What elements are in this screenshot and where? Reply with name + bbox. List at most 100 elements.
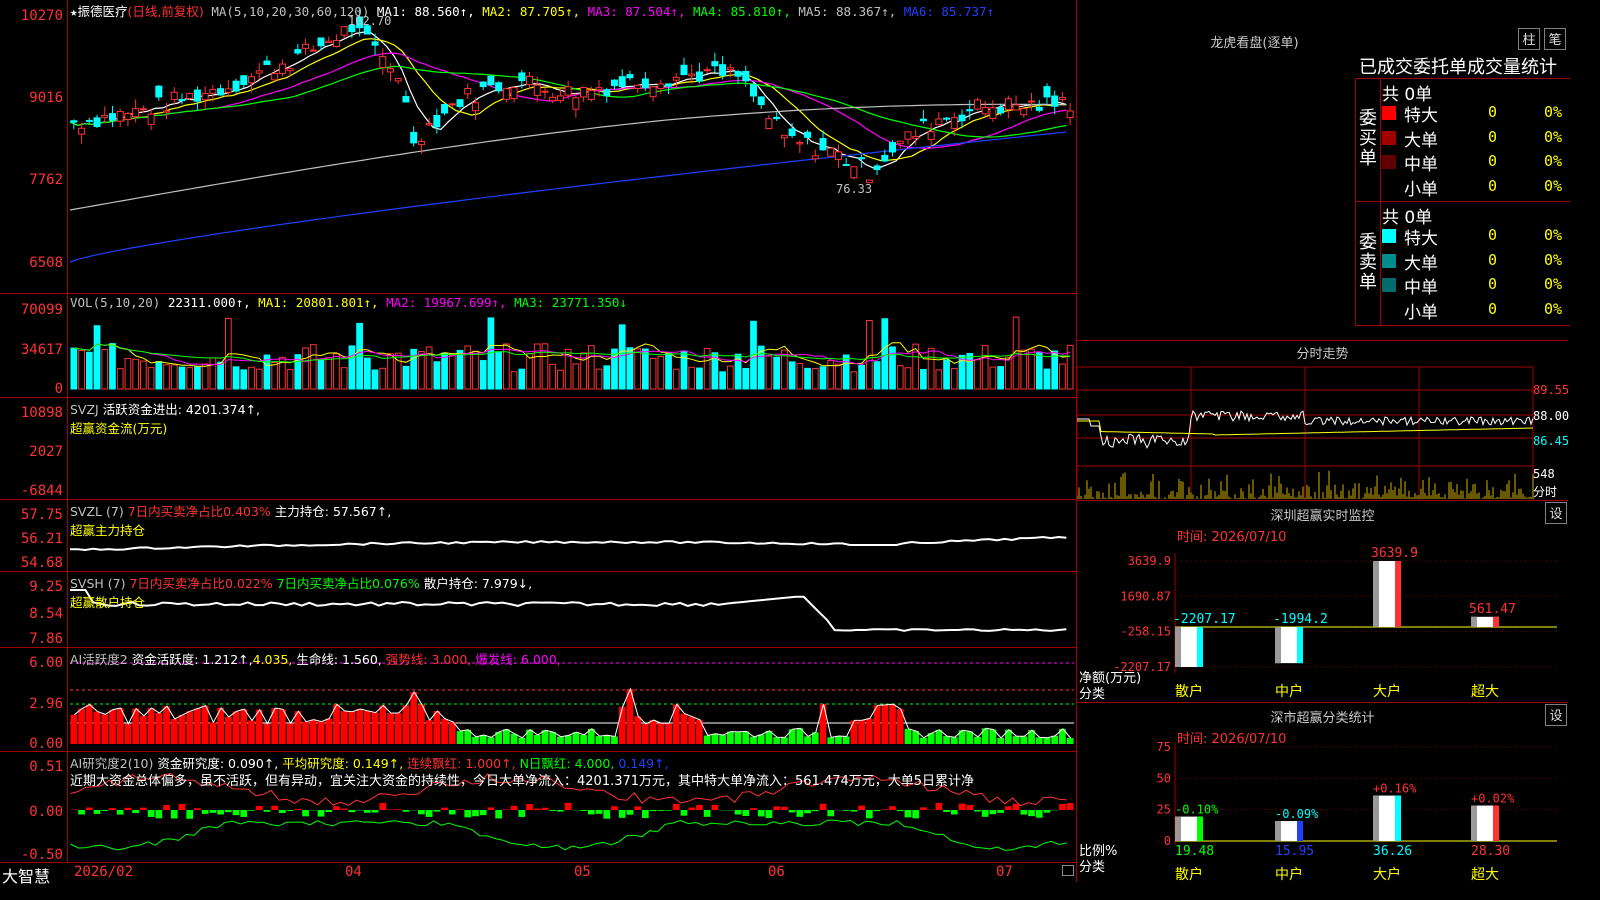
flow-bar bbox=[234, 461, 238, 465]
volume-bar bbox=[132, 358, 140, 390]
net-bar-shade bbox=[1373, 561, 1379, 627]
flow-bar bbox=[551, 461, 555, 463]
flow-bar bbox=[157, 459, 161, 461]
ai-research-panel[interactable]: 0.51 0.00 -0.50 AI研究度2(10) 资金研究度: 0.090↑… bbox=[0, 751, 1076, 863]
volume-bar bbox=[572, 363, 580, 390]
flow-bar bbox=[713, 443, 717, 461]
volume-bar bbox=[665, 352, 672, 390]
price-panel[interactable]: 10270 9016 7762 6508 ★振德医疗(日线,前复权) MA(5,… bbox=[0, 0, 1076, 293]
svsh-retail-position: 散户持仓: 7.979↓, bbox=[423, 576, 533, 591]
flow-bar bbox=[543, 461, 547, 463]
ratio-bar-shade bbox=[1373, 795, 1379, 841]
volume-bar bbox=[796, 363, 804, 390]
volume-bar bbox=[140, 360, 147, 390]
flow-bar bbox=[466, 461, 470, 465]
research-bar bbox=[317, 810, 325, 817]
candle bbox=[240, 75, 248, 86]
research-bar bbox=[649, 810, 657, 812]
flow-bar bbox=[612, 443, 616, 461]
research-bar bbox=[711, 804, 719, 810]
activity-bar bbox=[317, 721, 325, 744]
legend-swatch bbox=[1382, 229, 1396, 243]
ai-activity-title-row: AI活跃度2 资金活跃度: 1.212↑,4.035, 生命线: 1.560, … bbox=[70, 649, 561, 668]
ai-activity-panel[interactable]: 6.00 2.96 0.00 AI活跃度2 资金活跃度: 1.212↑,4.03… bbox=[0, 647, 1076, 752]
legend-swatch bbox=[1382, 130, 1396, 145]
candle bbox=[935, 118, 943, 126]
star-icon[interactable]: ★ bbox=[70, 4, 78, 19]
candlestick-chart[interactable] bbox=[0, 0, 1076, 293]
flow-bar bbox=[813, 443, 817, 461]
research-bar bbox=[1059, 803, 1066, 810]
adjust-mode[interactable]: (日线,前复权) bbox=[128, 4, 204, 19]
volume-bar bbox=[217, 361, 224, 390]
volume-bar bbox=[842, 354, 850, 390]
candle bbox=[595, 87, 603, 91]
research-bar bbox=[580, 810, 587, 811]
flow-bar bbox=[968, 461, 972, 464]
volume-bar bbox=[603, 365, 611, 390]
candle bbox=[302, 43, 310, 49]
activity-bar bbox=[371, 712, 379, 744]
tick-mode-button[interactable]: 笔 bbox=[1544, 28, 1566, 50]
candle bbox=[927, 131, 935, 140]
sz2-ylabel: 0 bbox=[1164, 834, 1171, 848]
research-bar bbox=[371, 810, 379, 813]
intraday-chart[interactable] bbox=[1077, 341, 1569, 501]
candle bbox=[85, 119, 93, 122]
research-bar bbox=[688, 807, 696, 810]
flow-bar bbox=[991, 458, 995, 461]
flow-bar bbox=[87, 458, 91, 461]
activity-bar bbox=[418, 704, 425, 744]
candle bbox=[502, 88, 510, 100]
activity-bar bbox=[101, 714, 109, 744]
candle bbox=[224, 88, 232, 93]
svsh-ratio1: 7日内买卖净占比0.022% bbox=[129, 576, 273, 591]
bar-mode-button[interactable]: 柱 bbox=[1518, 28, 1540, 50]
candle bbox=[734, 71, 742, 77]
flow-bar bbox=[219, 457, 223, 461]
research-bar bbox=[781, 806, 788, 810]
research-bar bbox=[618, 810, 626, 818]
sz-monitor-panel[interactable]: 深圳超赢实时监控 设 时间: 2026/07/10 3639.9 1690.87-… bbox=[1076, 500, 1568, 702]
order-size-label: 大单 bbox=[1404, 253, 1438, 274]
research-bar bbox=[178, 803, 186, 810]
flow-bar bbox=[775, 454, 779, 461]
flow-bar bbox=[103, 461, 107, 465]
volume-bar bbox=[819, 366, 827, 390]
flow-bar bbox=[172, 461, 176, 465]
ai-research-title: AI研究度2(10) bbox=[70, 756, 154, 771]
sz2-ylabel: 50 bbox=[1157, 771, 1171, 785]
sz-classify-panel[interactable]: 深市超赢分类统计 设 时间: 2026/07/10 75 50 25 0 -0.10% 1… bbox=[1076, 702, 1568, 883]
flow-bar bbox=[852, 461, 856, 463]
flow-bar bbox=[165, 461, 169, 463]
volume-bar bbox=[178, 366, 186, 390]
activity-bar bbox=[448, 721, 456, 744]
volume-bar bbox=[765, 355, 773, 390]
net-bar-shade bbox=[1471, 616, 1477, 627]
candle bbox=[271, 72, 279, 81]
volume-bar bbox=[997, 366, 1004, 390]
volume-bar bbox=[101, 348, 109, 390]
svsh-panel[interactable]: 9.25 8.54 7.86 SVSH (7) 7日内买卖净占比0.022% 7… bbox=[0, 571, 1076, 647]
activity-bar bbox=[441, 718, 448, 744]
flow-bar bbox=[257, 456, 261, 461]
research-bar bbox=[194, 808, 201, 810]
research-bar bbox=[981, 810, 989, 817]
activity-bar bbox=[703, 735, 711, 744]
lock-icon[interactable] bbox=[1062, 865, 1074, 876]
legend-swatch bbox=[1382, 253, 1396, 268]
order-percent: 0% bbox=[1544, 226, 1563, 244]
candle bbox=[178, 98, 186, 102]
svzl-panel[interactable]: 57.75 56.21 54.68 SVZL (7) 7日内买卖净占比0.403… bbox=[0, 499, 1076, 571]
date-label: 06 bbox=[768, 864, 785, 880]
research-bar bbox=[889, 806, 896, 810]
volume-panel[interactable]: 70099 34617 0 VOL(5,10,20) 22311.000↑, M… bbox=[0, 293, 1076, 397]
flow-bar bbox=[651, 461, 655, 464]
research-bar bbox=[974, 810, 981, 812]
ratio-change-label: -0.10% bbox=[1175, 803, 1219, 817]
research-bar bbox=[163, 805, 170, 810]
longhu-panel: 龙虎看盘(逐单) 柱 笔 已成交委托单成交量统计 委买单 委卖单 共 0单 共 … bbox=[1076, 0, 1570, 340]
intraday-panel[interactable]: 分时走势 89.55 88.00 86.45 548 分时 bbox=[1076, 340, 1569, 501]
svzj-panel[interactable]: 10898 2027 -6844 SVZJ 活跃资金进出: 4201.374↑,… bbox=[0, 397, 1076, 499]
flow-bar bbox=[535, 461, 539, 466]
